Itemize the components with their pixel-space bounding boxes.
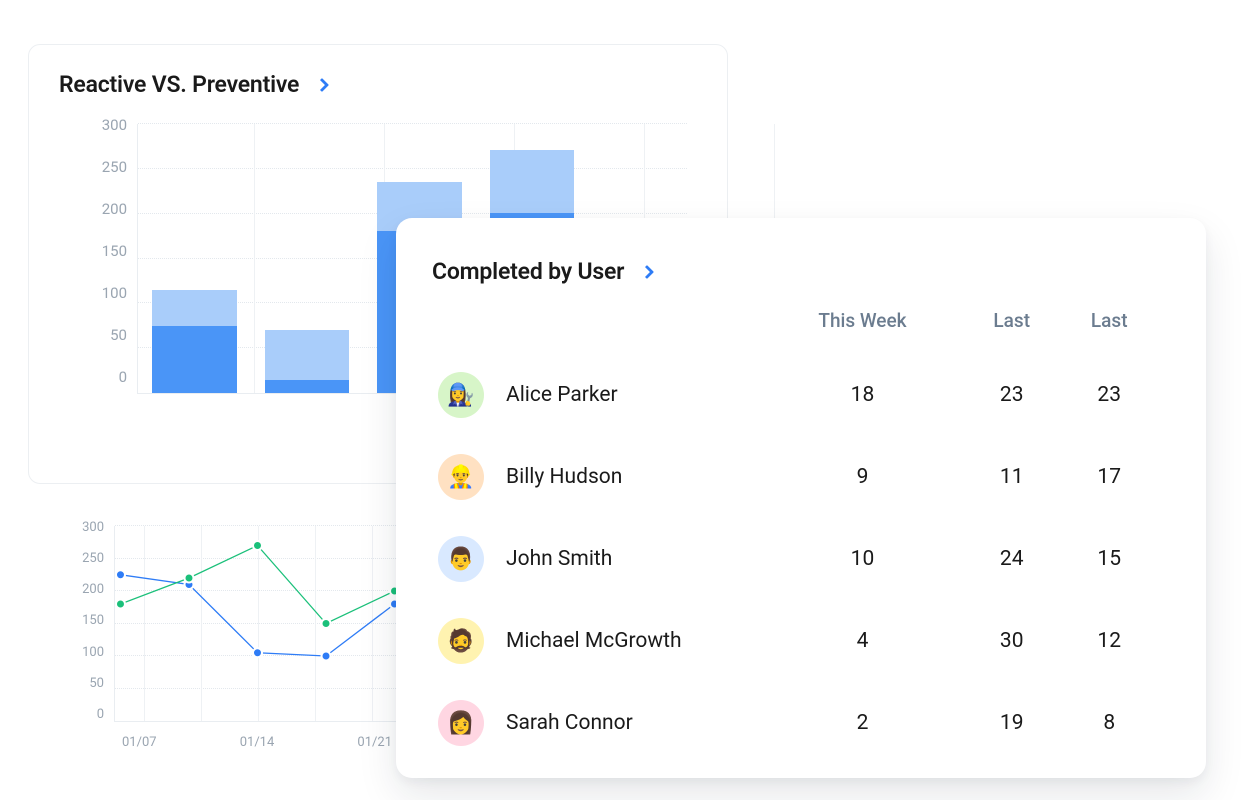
table-row[interactable]: 👷‍♂️ Billy Hudson 91117: [432, 436, 1158, 518]
x-tick: 01/21: [357, 735, 392, 750]
line-chart: 300 250 200 150 100 50 0 01/07 01/14 01/21: [60, 520, 400, 750]
line-chart-x-axis: 01/07 01/14 01/21: [114, 735, 400, 750]
table-row[interactable]: 👨 John Smith 102415: [432, 518, 1158, 600]
users-table: This Week Last Last 👩‍🔧Alice Parker18232…: [432, 299, 1158, 764]
y-tick: 100: [102, 284, 127, 302]
metric-cell: 19: [963, 682, 1061, 764]
avatar: 🧔: [438, 618, 484, 664]
metric-cell: 15: [1060, 518, 1158, 600]
user-name-cell: 🧔 Michael McGrowth: [432, 600, 762, 682]
y-tick: 100: [82, 645, 104, 660]
metric-cell: 12: [1060, 600, 1158, 682]
bar-chart-y-axis: 300 250 200 150 100 50 0: [79, 116, 127, 386]
col-last-2: Last: [1060, 299, 1158, 354]
metric-cell: 30: [963, 600, 1061, 682]
metric-cell: 2: [762, 682, 963, 764]
col-last-1: Last: [963, 299, 1061, 354]
avatar: 👷‍♂️: [438, 454, 484, 500]
y-tick: 200: [102, 200, 127, 218]
user-name-cell: 👩‍🔧 Alice Parker: [432, 354, 762, 436]
completed-by-user-card: Completed by User This Week Last Last 👩‍…: [396, 218, 1206, 778]
col-this-week: This Week: [762, 299, 963, 354]
card-header[interactable]: Completed by User: [432, 258, 1158, 285]
metric-cell: 10: [762, 518, 963, 600]
avatar: 👩‍🔧: [438, 372, 484, 418]
y-tick: 0: [97, 707, 104, 722]
card-header[interactable]: Reactive VS. Preventive: [59, 71, 697, 98]
avatar: 👩: [438, 700, 484, 746]
metric-cell: 23: [1060, 354, 1158, 436]
y-tick: 150: [102, 242, 127, 260]
metric-cell: 9: [762, 436, 963, 518]
y-tick: 200: [82, 582, 104, 597]
metric-cell: 8: [1060, 682, 1158, 764]
x-tick: 01/07: [122, 735, 157, 750]
metric-cell: 11: [963, 436, 1061, 518]
metric-cell: 17: [1060, 436, 1158, 518]
card-title: Reactive VS. Preventive: [59, 71, 299, 98]
table-row[interactable]: 🧔 Michael McGrowth 43012: [432, 600, 1158, 682]
user-name-cell: 👷‍♂️ Billy Hudson: [432, 436, 762, 518]
bar: [265, 330, 350, 393]
x-tick: 01/14: [240, 735, 275, 750]
chevron-right-icon[interactable]: [640, 264, 654, 278]
user-name-cell: 👨 John Smith: [432, 518, 762, 600]
avatar: 👨: [438, 536, 484, 582]
y-tick: 250: [82, 551, 104, 566]
chevron-right-icon[interactable]: [315, 77, 329, 91]
y-tick: 50: [110, 326, 127, 344]
y-tick: 300: [102, 116, 127, 134]
card-title: Completed by User: [432, 258, 624, 285]
users-table-header-row: This Week Last Last: [432, 299, 1158, 354]
y-tick: 300: [82, 520, 104, 535]
user-name-cell: 👩 Sarah Connor: [432, 682, 762, 764]
y-tick: 250: [102, 158, 127, 176]
user-name: Michael McGrowth: [506, 629, 682, 653]
bar: [152, 290, 237, 394]
table-row[interactable]: 👩‍🔧Alice Parker182323: [432, 354, 1158, 436]
y-tick: 50: [89, 676, 104, 691]
user-name: John Smith: [506, 547, 612, 571]
y-tick: 0: [119, 368, 127, 386]
metric-cell: 24: [963, 518, 1061, 600]
metric-cell: 4: [762, 600, 963, 682]
metric-cell: 23: [963, 354, 1061, 436]
user-name: Alice Parker: [506, 383, 618, 407]
user-name: Sarah Connor: [506, 711, 633, 735]
line-chart-plot: [114, 526, 400, 722]
line-chart-y-axis: 300 250 200 150 100 50 0: [60, 520, 104, 722]
y-tick: 150: [82, 613, 104, 628]
table-row[interactable]: 👩 Sarah Connor 2198: [432, 682, 1158, 764]
user-name: Billy Hudson: [506, 465, 622, 489]
metric-cell: 18: [762, 354, 963, 436]
